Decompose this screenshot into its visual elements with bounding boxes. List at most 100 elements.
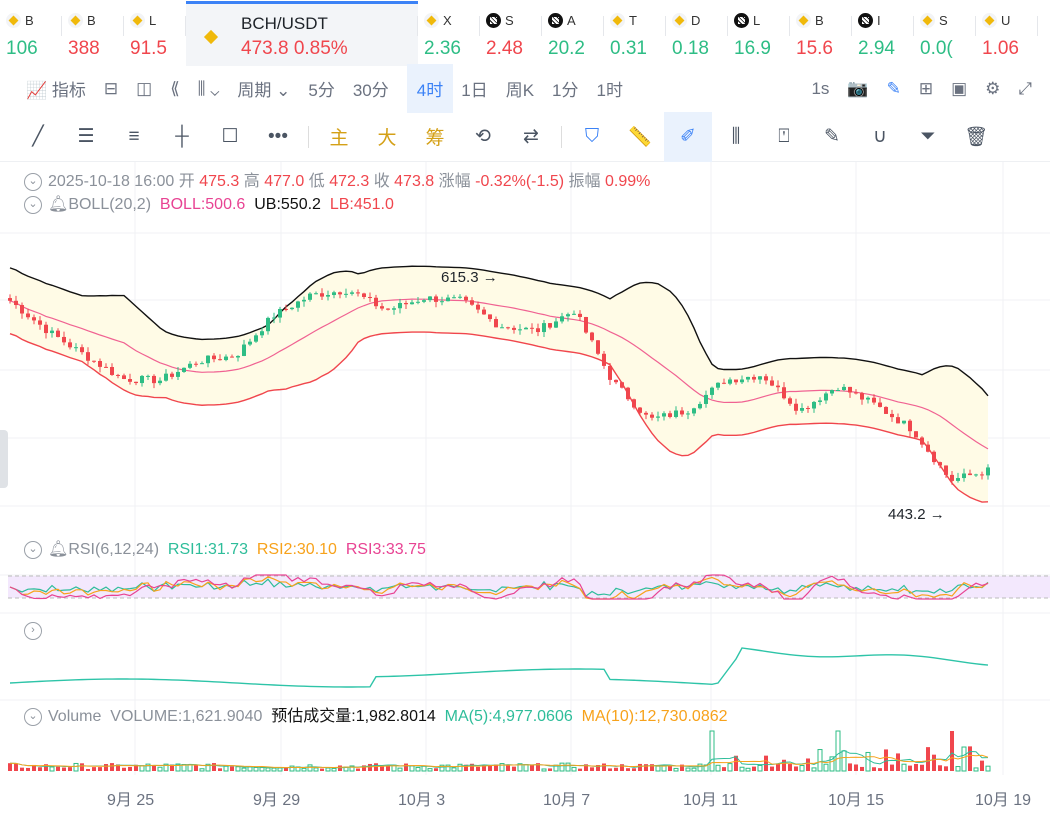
amplitude-value: 0.99% bbox=[604, 173, 651, 190]
volume-bar bbox=[14, 763, 18, 771]
low-label: 低 bbox=[308, 173, 325, 190]
volume-bar bbox=[386, 765, 390, 771]
volume-bar bbox=[68, 767, 72, 771]
collapse-icon[interactable]: ⌄ bbox=[24, 540, 42, 559]
volume-bar bbox=[271, 767, 277, 772]
candle-body bbox=[230, 356, 234, 358]
bell-icon[interactable]: 🔔︎ bbox=[48, 196, 68, 213]
candle-body bbox=[482, 309, 486, 315]
candle-body bbox=[386, 308, 390, 310]
side-panel-handle[interactable] bbox=[0, 430, 8, 488]
change-value: -0.32%(-1.5) bbox=[475, 173, 565, 190]
high-value: 477.0 bbox=[264, 173, 305, 190]
candle-body bbox=[440, 301, 444, 303]
open-label: 开 bbox=[178, 173, 195, 190]
candle-body bbox=[296, 301, 300, 308]
collapse-icon[interactable]: ⌄ bbox=[24, 172, 42, 191]
volume-bar bbox=[8, 763, 12, 771]
x-tick-label: 10月 3 bbox=[398, 792, 446, 809]
volume-bar bbox=[301, 767, 307, 772]
volume-bar bbox=[80, 763, 84, 771]
candle-body bbox=[164, 373, 168, 381]
candle-body bbox=[494, 319, 498, 328]
candle-body bbox=[434, 296, 438, 302]
x-tick-label: 10月 7 bbox=[543, 792, 591, 809]
volume-bar bbox=[848, 763, 852, 771]
volume-bar bbox=[835, 730, 841, 772]
candle-body bbox=[452, 297, 456, 299]
rsi1: RSI1:31.73 bbox=[167, 541, 248, 558]
candle-body bbox=[356, 292, 360, 294]
candle-body bbox=[266, 317, 270, 332]
volume-bar bbox=[476, 766, 480, 771]
candle-body bbox=[698, 403, 702, 409]
candle-body bbox=[476, 304, 480, 310]
candle-body bbox=[362, 293, 366, 297]
low-value: 472.3 bbox=[329, 173, 370, 190]
candle-body bbox=[782, 387, 786, 399]
volume-bar bbox=[890, 764, 894, 771]
volume-bar bbox=[896, 753, 900, 771]
candle-body bbox=[536, 328, 540, 333]
candle-body bbox=[650, 414, 654, 418]
x-tick-label: 9月 25 bbox=[107, 792, 155, 809]
volume-bar bbox=[457, 763, 463, 772]
ohlc-legend: ⌄ 2025-10-18 16:00 开 475.3 高 477.0 低 472.… bbox=[24, 167, 650, 191]
candle-body bbox=[368, 296, 372, 298]
expand-icon[interactable]: › bbox=[24, 622, 42, 640]
candle-body bbox=[746, 376, 750, 380]
candle-body bbox=[512, 327, 516, 330]
candle-body bbox=[968, 473, 972, 476]
volume-bar bbox=[415, 767, 421, 772]
volume-bar bbox=[541, 768, 547, 772]
candle-body bbox=[170, 373, 174, 377]
volume-bar bbox=[865, 751, 871, 772]
volume-bar bbox=[548, 768, 552, 771]
candle-body bbox=[554, 321, 558, 328]
candle-body bbox=[392, 308, 396, 310]
volume-bar bbox=[212, 763, 216, 771]
volume-bar bbox=[685, 767, 691, 772]
price-chart[interactable]: 615.3 → 443.2 → bbox=[0, 0, 1050, 813]
volume-bar bbox=[565, 762, 571, 772]
collapse-icon[interactable]: ⌄ bbox=[24, 195, 42, 214]
volume-bar bbox=[338, 765, 342, 771]
candle-body bbox=[20, 305, 24, 314]
volume-bar bbox=[488, 765, 492, 771]
candle-body bbox=[956, 478, 960, 481]
high-marker: 615.3 → bbox=[441, 269, 498, 286]
volume-bar bbox=[241, 767, 247, 772]
volume-bar bbox=[421, 765, 427, 772]
candle-body bbox=[116, 374, 120, 376]
volume-bar bbox=[860, 766, 864, 771]
candle-body bbox=[326, 295, 330, 297]
candle-body bbox=[398, 302, 402, 309]
candle-body bbox=[578, 313, 582, 318]
candle-body bbox=[848, 386, 852, 393]
collapse-icon[interactable]: ⌄ bbox=[24, 707, 42, 726]
volume-bar bbox=[908, 765, 912, 771]
volume-bar bbox=[49, 766, 55, 772]
candle-body bbox=[764, 376, 768, 381]
candle-body bbox=[830, 390, 834, 394]
candle-body bbox=[254, 335, 258, 342]
volume-bar bbox=[823, 763, 829, 772]
volume-bar bbox=[374, 763, 378, 771]
candle-body bbox=[590, 332, 594, 341]
volume-bar bbox=[608, 768, 612, 771]
candle-body bbox=[62, 336, 66, 343]
volume-bar bbox=[764, 755, 768, 771]
volume-bar bbox=[901, 763, 907, 772]
candle-body bbox=[374, 297, 378, 307]
volume-bar bbox=[199, 768, 205, 772]
volume-bar bbox=[938, 765, 942, 771]
candle-body bbox=[50, 330, 54, 334]
candle-body bbox=[626, 387, 630, 400]
bell-icon[interactable]: 🔔︎ bbox=[48, 541, 68, 558]
candle-body bbox=[194, 363, 198, 365]
candle-body bbox=[860, 393, 864, 400]
volume-bar bbox=[187, 764, 193, 772]
boll-ub: UB:550.2 bbox=[254, 196, 321, 213]
volume-bar bbox=[878, 768, 882, 771]
candle-body bbox=[596, 340, 600, 354]
